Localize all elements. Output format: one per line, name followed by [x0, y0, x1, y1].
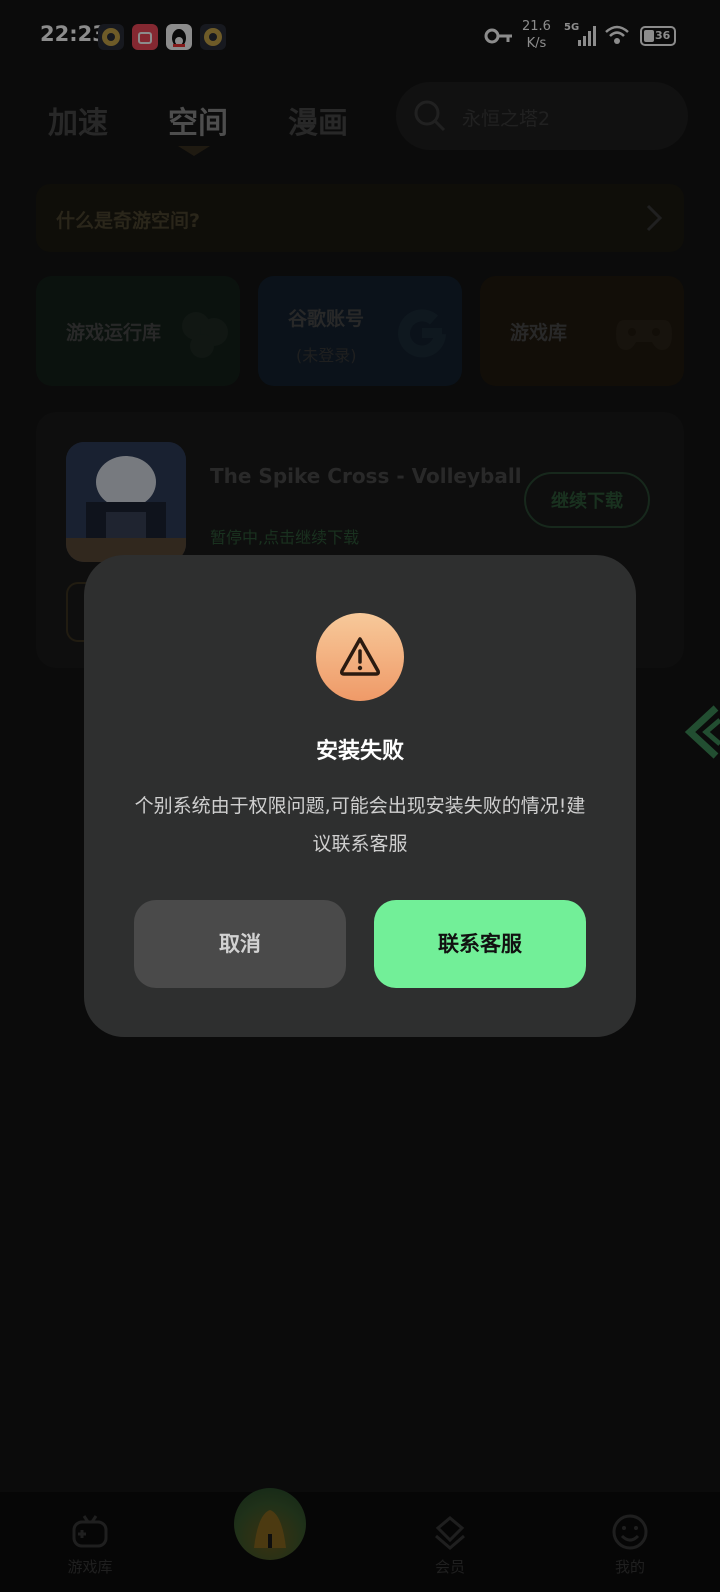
dialog-message: 个别系统由于权限问题,可能会出现安装失败的情况!建议联系客服	[134, 795, 586, 855]
install-failed-dialog: 安装失败 个别系统由于权限问题,可能会出现安装失败的情况!建议联系客服 取消 联…	[84, 555, 636, 1037]
dialog-title: 安装失败	[315, 739, 404, 764]
warning-icon	[316, 613, 404, 701]
cancel-button[interactable]: 取消	[134, 900, 346, 988]
contact-support-button[interactable]: 联系客服	[374, 900, 586, 988]
